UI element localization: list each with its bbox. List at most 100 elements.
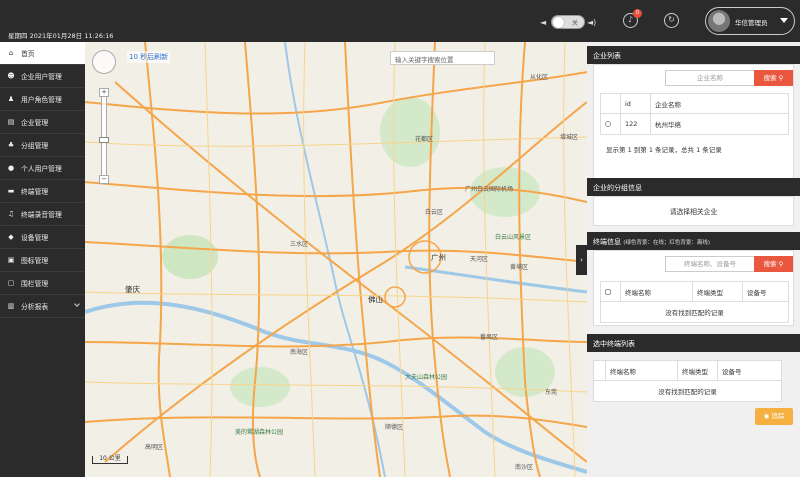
sidebar-item-user-roles[interactable]: ♟ 用户角色管理 — [0, 88, 85, 111]
zoom-out-button[interactable]: − — [99, 175, 109, 184]
sidebar-item-fences[interactable]: ▢ 围栏管理 — [0, 272, 85, 295]
zoom-handle[interactable] — [99, 137, 109, 143]
table-row[interactable]: 122 杭州华络 — [601, 114, 788, 134]
table-empty-row: 没有找到匹配的记录 — [594, 381, 781, 401]
map-label-park2: 大夫山森林公园 — [405, 374, 448, 381]
toggle-label: 关 — [571, 20, 578, 27]
zoom-in-button[interactable]: + — [99, 88, 109, 97]
checkbox[interactable] — [605, 288, 611, 295]
speaker-mute-icon: ◄ — [540, 17, 547, 27]
sidebar-item-label: 分组管理 — [21, 142, 49, 150]
enterprise-list-title: 企业列表 — [593, 52, 621, 60]
table-header-row: id 企业名称 — [601, 94, 788, 114]
selected-list-header: 选中终端列表 — [587, 334, 800, 352]
volume-control: ◄ 关 ◄) — [540, 15, 596, 29]
top-bar: 星期四 2021年01月28日 11:26:16 ◄ 关 ◄) ♪ 0 ↻ 华信… — [0, 0, 800, 42]
spacer-cell — [594, 361, 606, 380]
enterprise-search-button[interactable]: 搜索 ⚲ — [754, 70, 793, 86]
map-label-tianhe: 天河区 — [470, 256, 489, 263]
radio-button[interactable] — [605, 121, 611, 127]
column-header: 企业名称 — [655, 100, 681, 109]
map-label-park3: 美的鹭湖森林公园 — [235, 429, 284, 436]
map-label-panyu: 番禺区 — [480, 334, 499, 341]
sidebar-item-groups[interactable]: ♣ 分组管理 — [0, 134, 85, 157]
sidebar-item-reports[interactable]: ▥ 分析报表 — [0, 295, 85, 318]
map-label-airport: 广州白云国际机场 — [465, 186, 514, 193]
column-header: 终端名称 — [606, 361, 678, 380]
map-pan-control[interactable] — [92, 50, 116, 74]
refresh-countdown: 10 秒后刷新 — [127, 51, 171, 63]
sidebar-item-recordings[interactable]: ♫ 终端录音管理 — [0, 203, 85, 226]
map-label-park1: 白云山风景区 — [495, 234, 532, 241]
map-label-conghua: 从化区 — [530, 74, 549, 81]
sidebar-item-terminals[interactable]: ▬ 终端管理 — [0, 180, 85, 203]
map-label-nansha: 南沙区 — [515, 464, 534, 471]
table-header-row: 终端名称 终端类型 设备号 — [594, 361, 781, 381]
map-search-input[interactable]: 输入关键字搜索位置 — [390, 51, 495, 65]
enterprise-search-input[interactable]: 企业名称 — [665, 70, 755, 86]
search-button-label: 搜索 — [763, 74, 777, 82]
panel-collapse-button[interactable]: › — [576, 245, 587, 275]
terminal-search-button[interactable]: 搜索 ⚲ — [754, 256, 793, 272]
search-button-label: 搜索 — [763, 260, 777, 268]
column-header: 设备号 — [747, 288, 767, 297]
sitemap-icon: ♣ — [7, 141, 15, 149]
pagination-info: 显示第 1 到第 1 条记录，总共 1 条记录 — [606, 146, 722, 154]
report-icon: ▥ — [7, 302, 15, 310]
notification-bell-icon[interactable]: ♪ 0 — [623, 9, 642, 28]
terminal-search-input[interactable]: 终端名称、设备号 — [665, 256, 755, 272]
chevron-down-icon — [74, 301, 80, 307]
sidebar-item-personal-users[interactable]: ● 个人用户管理 — [0, 157, 85, 180]
map-label-zengcheng: 增城区 — [560, 134, 579, 141]
table-header-row: 终端名称 终端类型 设备号 — [601, 282, 788, 302]
map-roads — [85, 42, 587, 477]
sidebar-item-enterprise[interactable]: ▤ 企业管理 — [0, 111, 85, 134]
notification-badge: 0 — [633, 9, 642, 18]
search-icon: ⚲ — [778, 74, 784, 82]
sidebar-item-icons[interactable]: ▣ 图标管理 — [0, 249, 85, 272]
map-label-huadu: 花都区 — [415, 136, 434, 143]
user-menu[interactable]: 华信管理员 — [705, 7, 795, 35]
column-header: 设备号 — [722, 367, 742, 376]
zoom-slider[interactable] — [101, 88, 107, 184]
sidebar-item-devices[interactable]: ◆ 设备管理 — [0, 226, 85, 249]
toggle-knob — [553, 17, 564, 28]
map-label-foshan: 佛山 — [368, 295, 383, 304]
map-canvas[interactable]: 广州 佛山 肇庆 白云区 天河区 黄埔区 番禺区 南海区 顺德区 从化区 增城区… — [85, 42, 587, 477]
reload-icon[interactable]: ↻ — [664, 13, 679, 28]
map-label-guangzhou: 广州 — [431, 253, 446, 262]
group-info-message: 请选择相关企业 — [669, 208, 718, 216]
row-select[interactable] — [601, 114, 621, 134]
sidebar-item-label: 首页 — [21, 50, 35, 58]
building-icon: ▤ — [7, 118, 15, 126]
sidebar-item-label: 终端录音管理 — [21, 211, 62, 219]
sound-toggle[interactable]: 关 — [551, 15, 585, 29]
sidebar-item-label: 围栏管理 — [21, 280, 49, 288]
sidebar-item-home[interactable]: ⌂ 首页 — [0, 42, 85, 65]
cell-name: 杭州华络 — [655, 121, 681, 129]
terminal-info-subtitle: (绿色背景：在线；红色背景：离线) — [623, 240, 711, 246]
music-icon: ♫ — [7, 210, 15, 218]
sidebar-item-label: 企业管理 — [21, 119, 49, 127]
tag-icon: ◆ — [8, 233, 14, 241]
column-header: 终端类型 — [678, 361, 718, 380]
column-header: 终端名称 — [621, 282, 693, 301]
user-icon: ● — [7, 164, 15, 172]
sidebar-item-label: 图标管理 — [21, 257, 49, 265]
sidebar-item-enterprise-users[interactable]: ☻ 企业用户管理 — [0, 65, 85, 88]
terminal-table: 终端名称 终端类型 设备号 没有找到匹配的记录 — [600, 281, 789, 323]
sidebar-item-label: 终端管理 — [21, 188, 49, 196]
home-icon: ⌂ — [8, 49, 14, 57]
avatar — [708, 10, 730, 32]
map-label-sanshui: 三水区 — [290, 241, 309, 248]
track-button-label: 追踪 — [771, 412, 785, 420]
sidebar-item-label: 用户角色管理 — [21, 96, 62, 104]
select-all-cell[interactable] — [601, 282, 621, 301]
chevron-down-icon — [780, 18, 788, 23]
terminal-info-card: 终端名称、设备号 搜索 ⚲ 终端名称 终端类型 设备号 没有找到匹配的记录 — [593, 250, 794, 326]
map-scale: 10 公里 — [92, 456, 128, 464]
column-header: id — [621, 94, 651, 113]
track-button[interactable]: ◉ 追踪 — [755, 408, 793, 425]
selected-table: 终端名称 终端类型 设备号 没有找到匹配的记录 — [593, 360, 782, 402]
sidebar-item-label: 企业用户管理 — [21, 73, 62, 81]
